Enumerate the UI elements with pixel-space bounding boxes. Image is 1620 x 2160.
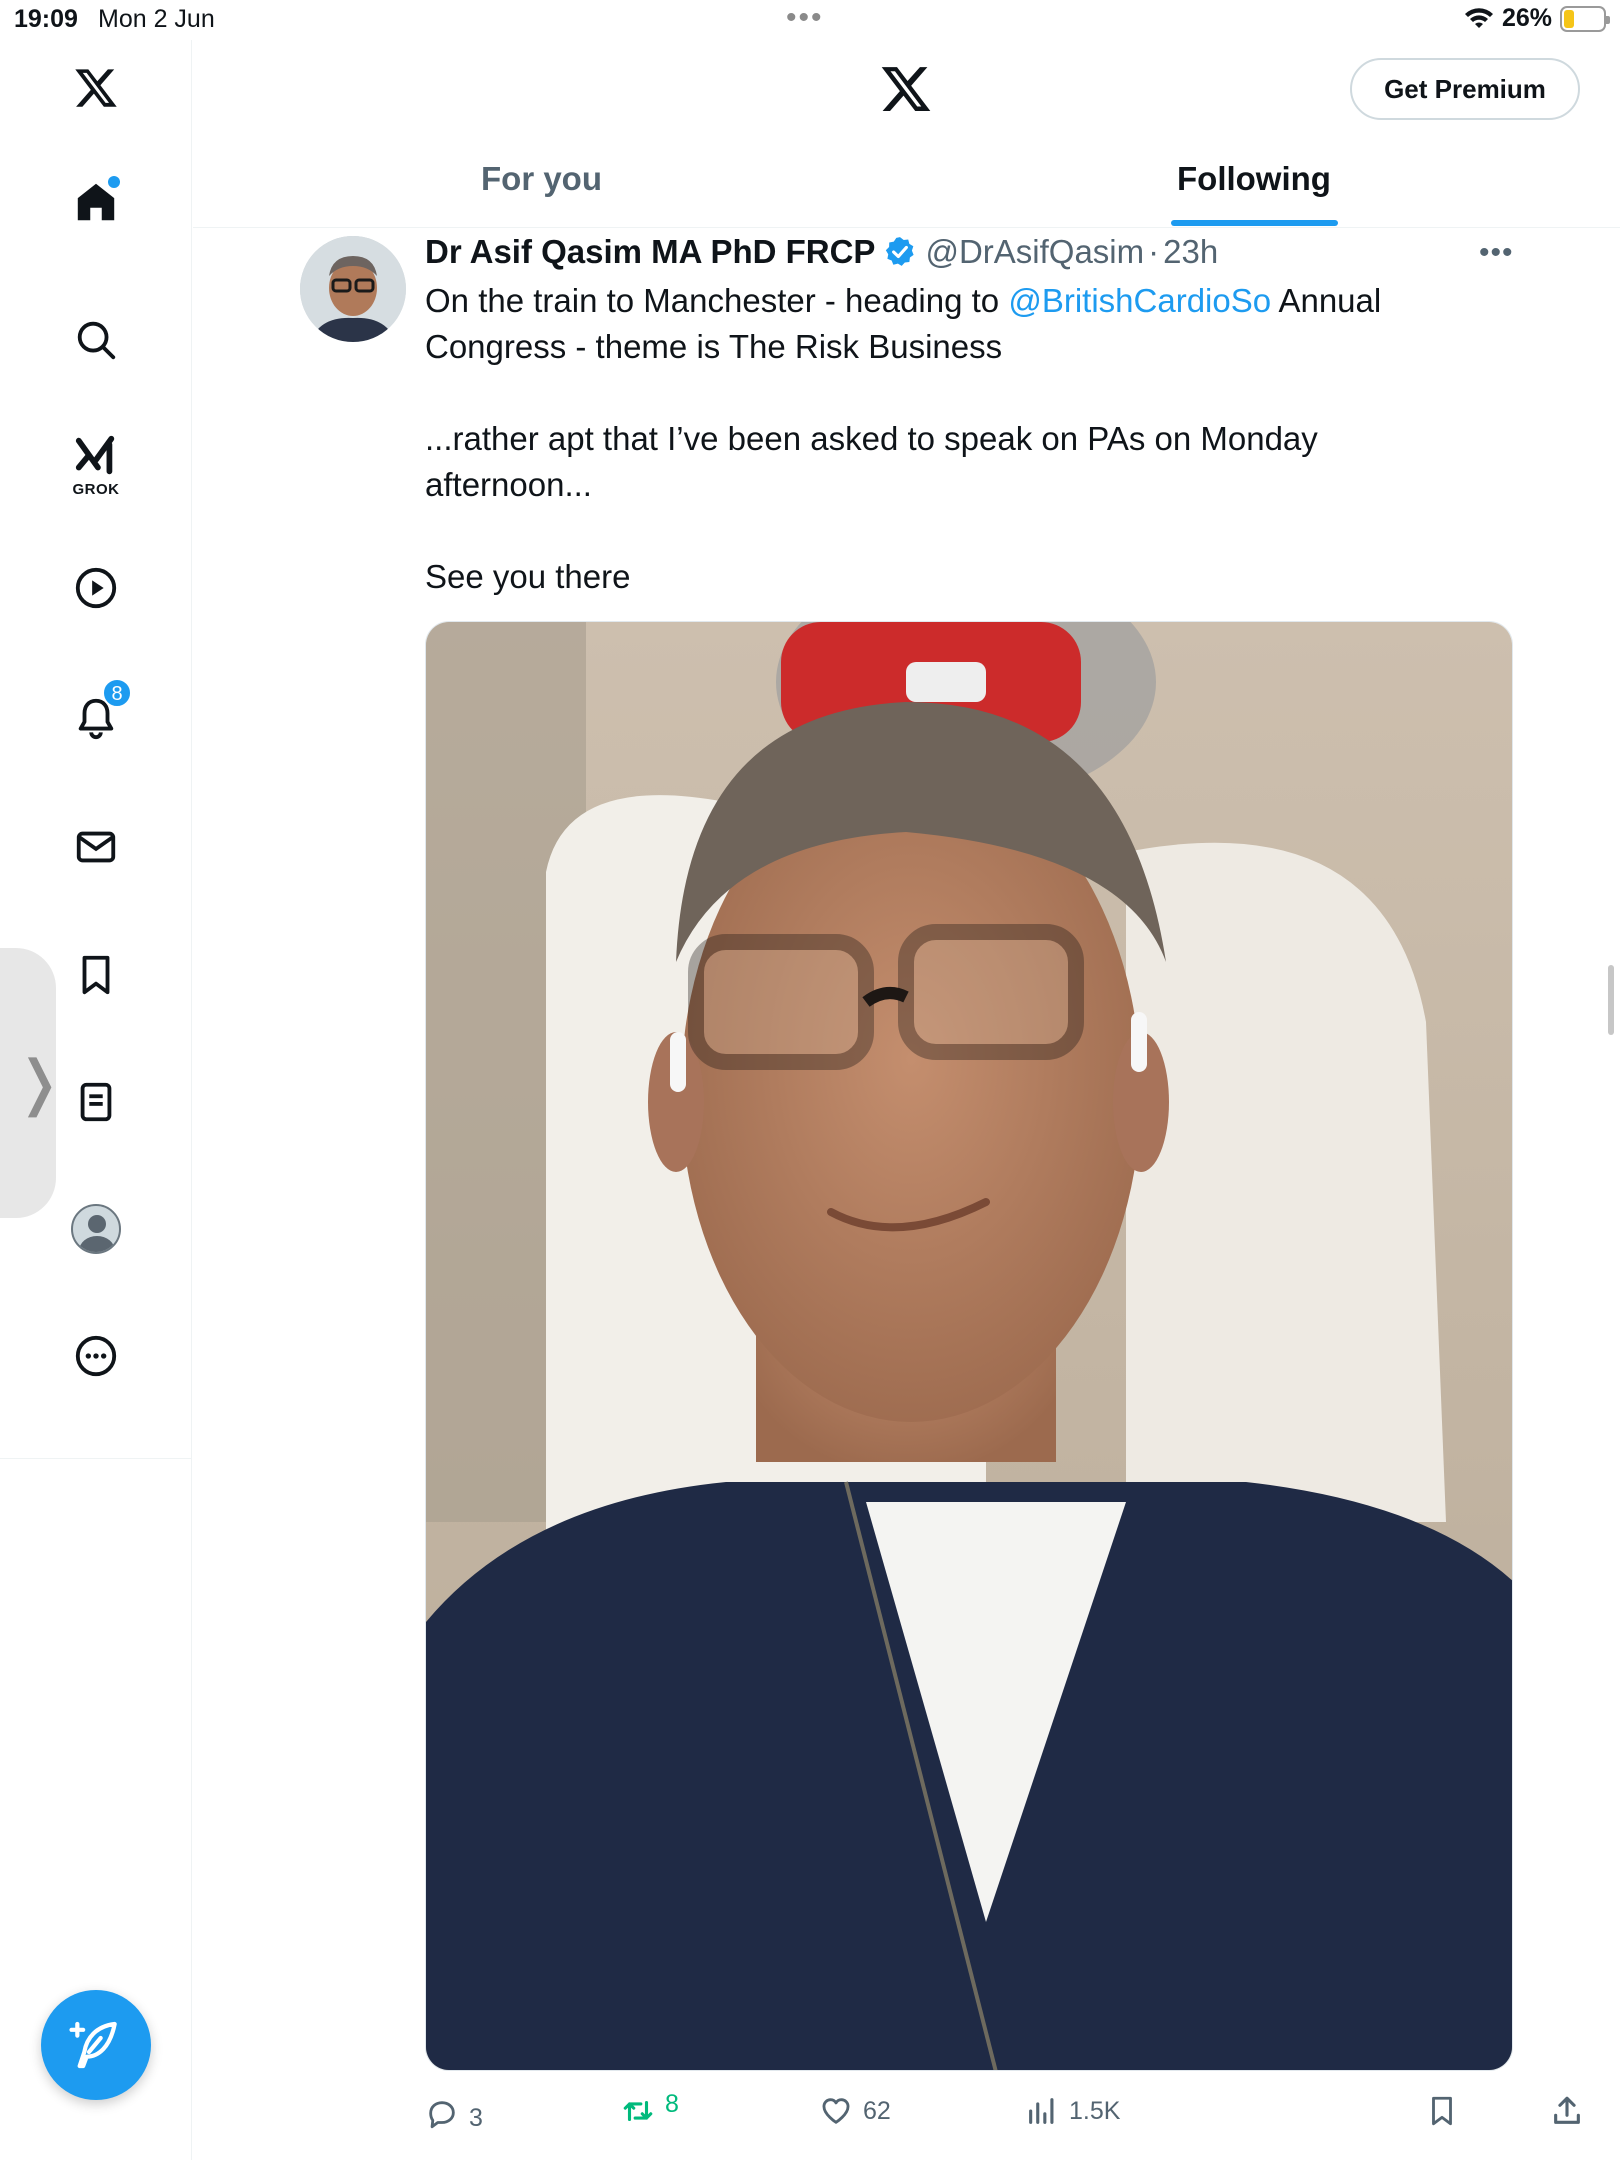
wifi-icon bbox=[1464, 7, 1493, 28]
bookmark-icon bbox=[82, 955, 110, 995]
author-handle[interactable]: @DrAsifQasim bbox=[925, 233, 1144, 271]
play-icon bbox=[75, 567, 117, 609]
views-chart-icon bbox=[1029, 2098, 1054, 2124]
chevron-right-icon: ❭ bbox=[14, 1048, 65, 1118]
reply-button[interactable]: 3 bbox=[425, 2094, 483, 2133]
views-button[interactable]: 1.5K bbox=[1025, 2094, 1120, 2128]
sidebar-item-lists[interactable] bbox=[70, 1076, 122, 1128]
sidebar-item-notifications[interactable]: 8 bbox=[70, 678, 132, 744]
selfie-photo: ST P bbox=[426, 622, 1512, 2070]
unread-dot bbox=[108, 176, 120, 188]
search-icon bbox=[77, 321, 116, 360]
tweet-text-segment: On the train to Manchester - heading to bbox=[425, 282, 1009, 319]
tweet-text-line: afternoon... bbox=[425, 466, 592, 503]
status-indicators: 26% bbox=[1464, 4, 1610, 33]
battery-percent: 26% bbox=[1501, 4, 1552, 32]
tweet-photo[interactable]: ST P bbox=[425, 621, 1513, 2071]
list-icon bbox=[80, 1082, 112, 1122]
sidebar-item-messages[interactable] bbox=[70, 821, 122, 873]
tweet-text-line: See you there bbox=[425, 558, 631, 595]
reply-icon bbox=[429, 2100, 455, 2128]
battery-level bbox=[1564, 9, 1574, 28]
reply-count: 3 bbox=[469, 2104, 483, 2132]
author-name[interactable]: Dr Asif Qasim MA PhD FRCP bbox=[425, 233, 875, 271]
retweet-button[interactable]: 8 bbox=[621, 2090, 679, 2128]
status-bar: 19:09 Mon 2 Jun ••• 26% bbox=[0, 0, 1620, 40]
tweet[interactable]: Dr Asif Qasim MA PhD FRCP @DrAsifQasim ·… bbox=[193, 228, 1620, 2160]
timeline-header: Get Premium For you Following bbox=[193, 40, 1620, 228]
notification-badge: 8 bbox=[102, 678, 132, 708]
sidebar-item-profile[interactable] bbox=[70, 1203, 122, 1255]
like-count: 62 bbox=[863, 2096, 891, 2125]
tweet-text: On the train to Manchester - heading to … bbox=[425, 278, 1525, 600]
author-avatar-photo bbox=[300, 236, 406, 342]
active-tab-indicator bbox=[1171, 220, 1338, 226]
tweet-text-segment: Annual bbox=[1271, 282, 1382, 319]
sidebar-item-search[interactable] bbox=[70, 314, 122, 366]
heart-icon bbox=[822, 2098, 850, 2124]
view-count: 1.5K bbox=[1069, 2096, 1121, 2125]
scrollbar[interactable] bbox=[1608, 965, 1614, 1035]
sidebar-item-home[interactable] bbox=[70, 176, 122, 228]
tweet-actions: 3 8 62 1.5K bbox=[425, 2090, 1580, 2144]
tweet-header: Dr Asif Qasim MA PhD FRCP @DrAsifQasim ·… bbox=[425, 228, 1218, 276]
x-logo-icon[interactable] bbox=[70, 62, 122, 114]
bookmark-icon bbox=[1432, 2096, 1452, 2126]
mention-link[interactable]: @BritishCardioSo bbox=[1008, 282, 1271, 319]
separator: · bbox=[1148, 233, 1160, 270]
share-icon bbox=[1554, 2096, 1580, 2124]
sidebar-item-grok[interactable]: GROK bbox=[70, 430, 122, 498]
tab-for-you[interactable]: For you bbox=[481, 160, 602, 198]
more-circle-icon bbox=[75, 1335, 117, 1377]
like-button[interactable]: 62 bbox=[819, 2094, 891, 2128]
tweet-text-line: ...rather apt that I’ve been asked to sp… bbox=[425, 420, 1318, 457]
sidebar-expand-handle[interactable]: ❭ bbox=[0, 948, 64, 1218]
get-premium-button[interactable]: Get Premium bbox=[1350, 58, 1580, 120]
sidebar-item-bookmarks[interactable] bbox=[70, 949, 122, 1001]
author-avatar[interactable] bbox=[300, 236, 406, 342]
tweet-text-line: Congress - theme is The Risk Business bbox=[425, 328, 1003, 365]
share-button[interactable] bbox=[1550, 2094, 1584, 2128]
battery-icon bbox=[1560, 5, 1610, 32]
sidebar-item-more[interactable] bbox=[70, 1330, 122, 1382]
x-logo-icon[interactable] bbox=[879, 62, 933, 116]
sidebar-divider bbox=[0, 1458, 192, 1459]
sidebar-item-video[interactable] bbox=[70, 562, 122, 614]
compose-button[interactable] bbox=[41, 1990, 151, 2100]
grok-label: GROK bbox=[72, 481, 120, 498]
tweet-more-icon[interactable]: ••• bbox=[1479, 236, 1514, 270]
status-time: 19:09 bbox=[14, 5, 78, 33]
avatar bbox=[71, 1204, 121, 1254]
status-date: Mon 2 Jun bbox=[98, 5, 215, 33]
bookmark-button[interactable] bbox=[1425, 2094, 1459, 2128]
compose-feather-icon bbox=[69, 2021, 117, 2069]
multitasking-dots-icon[interactable]: ••• bbox=[786, 3, 824, 33]
mail-icon bbox=[76, 831, 116, 863]
retweet-icon bbox=[623, 2100, 653, 2122]
tweet-timestamp[interactable]: 23h bbox=[1163, 233, 1218, 271]
retweet-count: 8 bbox=[665, 2089, 679, 2118]
grok-icon bbox=[75, 435, 115, 475]
tab-following[interactable]: Following bbox=[1177, 160, 1331, 198]
verified-badge-icon bbox=[886, 237, 915, 266]
tweet-text-line: On the train to Manchester - heading to … bbox=[425, 278, 1525, 324]
